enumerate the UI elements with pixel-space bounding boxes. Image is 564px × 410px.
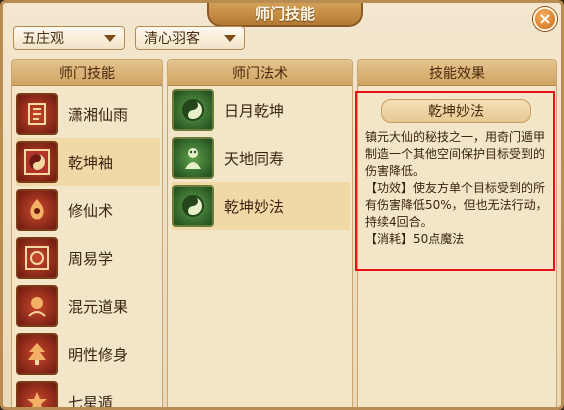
effect-name: 乾坤妙法 [381,99,531,123]
role-dropdown-value: 清心羽客 [144,31,200,47]
effect-description: 镇元大仙的秘技之一，用奇门遁甲制造一个其他空间保护目标受到的伤害降低。 [365,130,546,178]
skill-label: 修仙术 [68,201,114,220]
skill-row[interactable]: 修仙术 [16,186,160,234]
spell-row[interactable]: 天地同寿 [172,134,350,182]
skill-row[interactable]: 明性修身 [16,330,160,378]
close-button[interactable]: × [533,7,557,31]
spell-row-selected[interactable]: 乾坤妙法 [172,182,350,230]
yin-yang-icon [16,141,58,183]
role-dropdown[interactable]: 清心羽客 [135,26,245,50]
skill-label: 七星遁 [68,393,114,410]
skill-row[interactable]: 周易学 [16,234,160,282]
skill-label: 混元道果 [68,297,129,316]
skill-row-selected[interactable]: 乾坤袖 [16,138,160,186]
skill-row[interactable]: 七星遁 [16,378,160,410]
effect-description-block: 镇元大仙的秘技之一，用奇门遁甲制造一个其他空间保护目标受到的伤害降低。 【功效】… [365,129,551,248]
sect-dropdown[interactable]: 五庄观 [13,26,125,50]
yin-yang-icon [172,89,214,131]
skill-label: 潇湘仙雨 [68,105,129,124]
creature-icon [172,137,214,179]
chevron-down-icon [104,35,116,42]
pine-icon [16,333,58,375]
spell-row[interactable]: 日月乾坤 [172,86,350,134]
spell-label: 天地同寿 [224,149,285,168]
skill-row[interactable]: 潇湘仙雨 [16,90,160,138]
spell-label: 日月乾坤 [224,101,285,120]
skills-panel: 师门技能 潇湘仙雨 乾坤袖 修仙术 周易学 混元道果 明性修身 七星遁 [11,59,163,410]
skills-window: 师门技能 × 五庄观 清心羽客 师门技能 潇湘仙雨 乾坤袖 修仙术 周易学 混元… [0,0,564,410]
scroll-glyph-icon [16,93,58,135]
spell-label: 乾坤妙法 [224,197,285,216]
effect-cost-line: 【消耗】50点魔法 [365,232,465,246]
spells-panel: 师门法术 日月乾坤 天地同寿 乾坤妙法 [167,59,353,407]
skill-label: 周易学 [68,249,114,268]
close-icon: × [538,9,552,28]
skills-header: 师门技能 [12,60,162,86]
bagua-icon [16,237,58,279]
skill-label: 乾坤袖 [68,153,114,172]
sect-dropdown-value: 五庄观 [22,31,64,47]
yin-yang-icon [172,185,214,227]
orb-icon [16,285,58,327]
effect-header: 技能效果 [358,60,556,86]
star-icon [16,381,58,407]
window-title: 师门技能 [207,3,363,27]
spells-header: 师门法术 [168,60,352,86]
flame-figure-icon [16,189,58,231]
chevron-down-icon [224,35,236,42]
skill-label: 明性修身 [68,345,129,364]
skill-row[interactable]: 混元道果 [16,282,160,330]
effect-function-line: 【功效】使友方单个目标受到的所有伤害降低50%，但也无法行动，持续4回合。 [365,181,548,229]
